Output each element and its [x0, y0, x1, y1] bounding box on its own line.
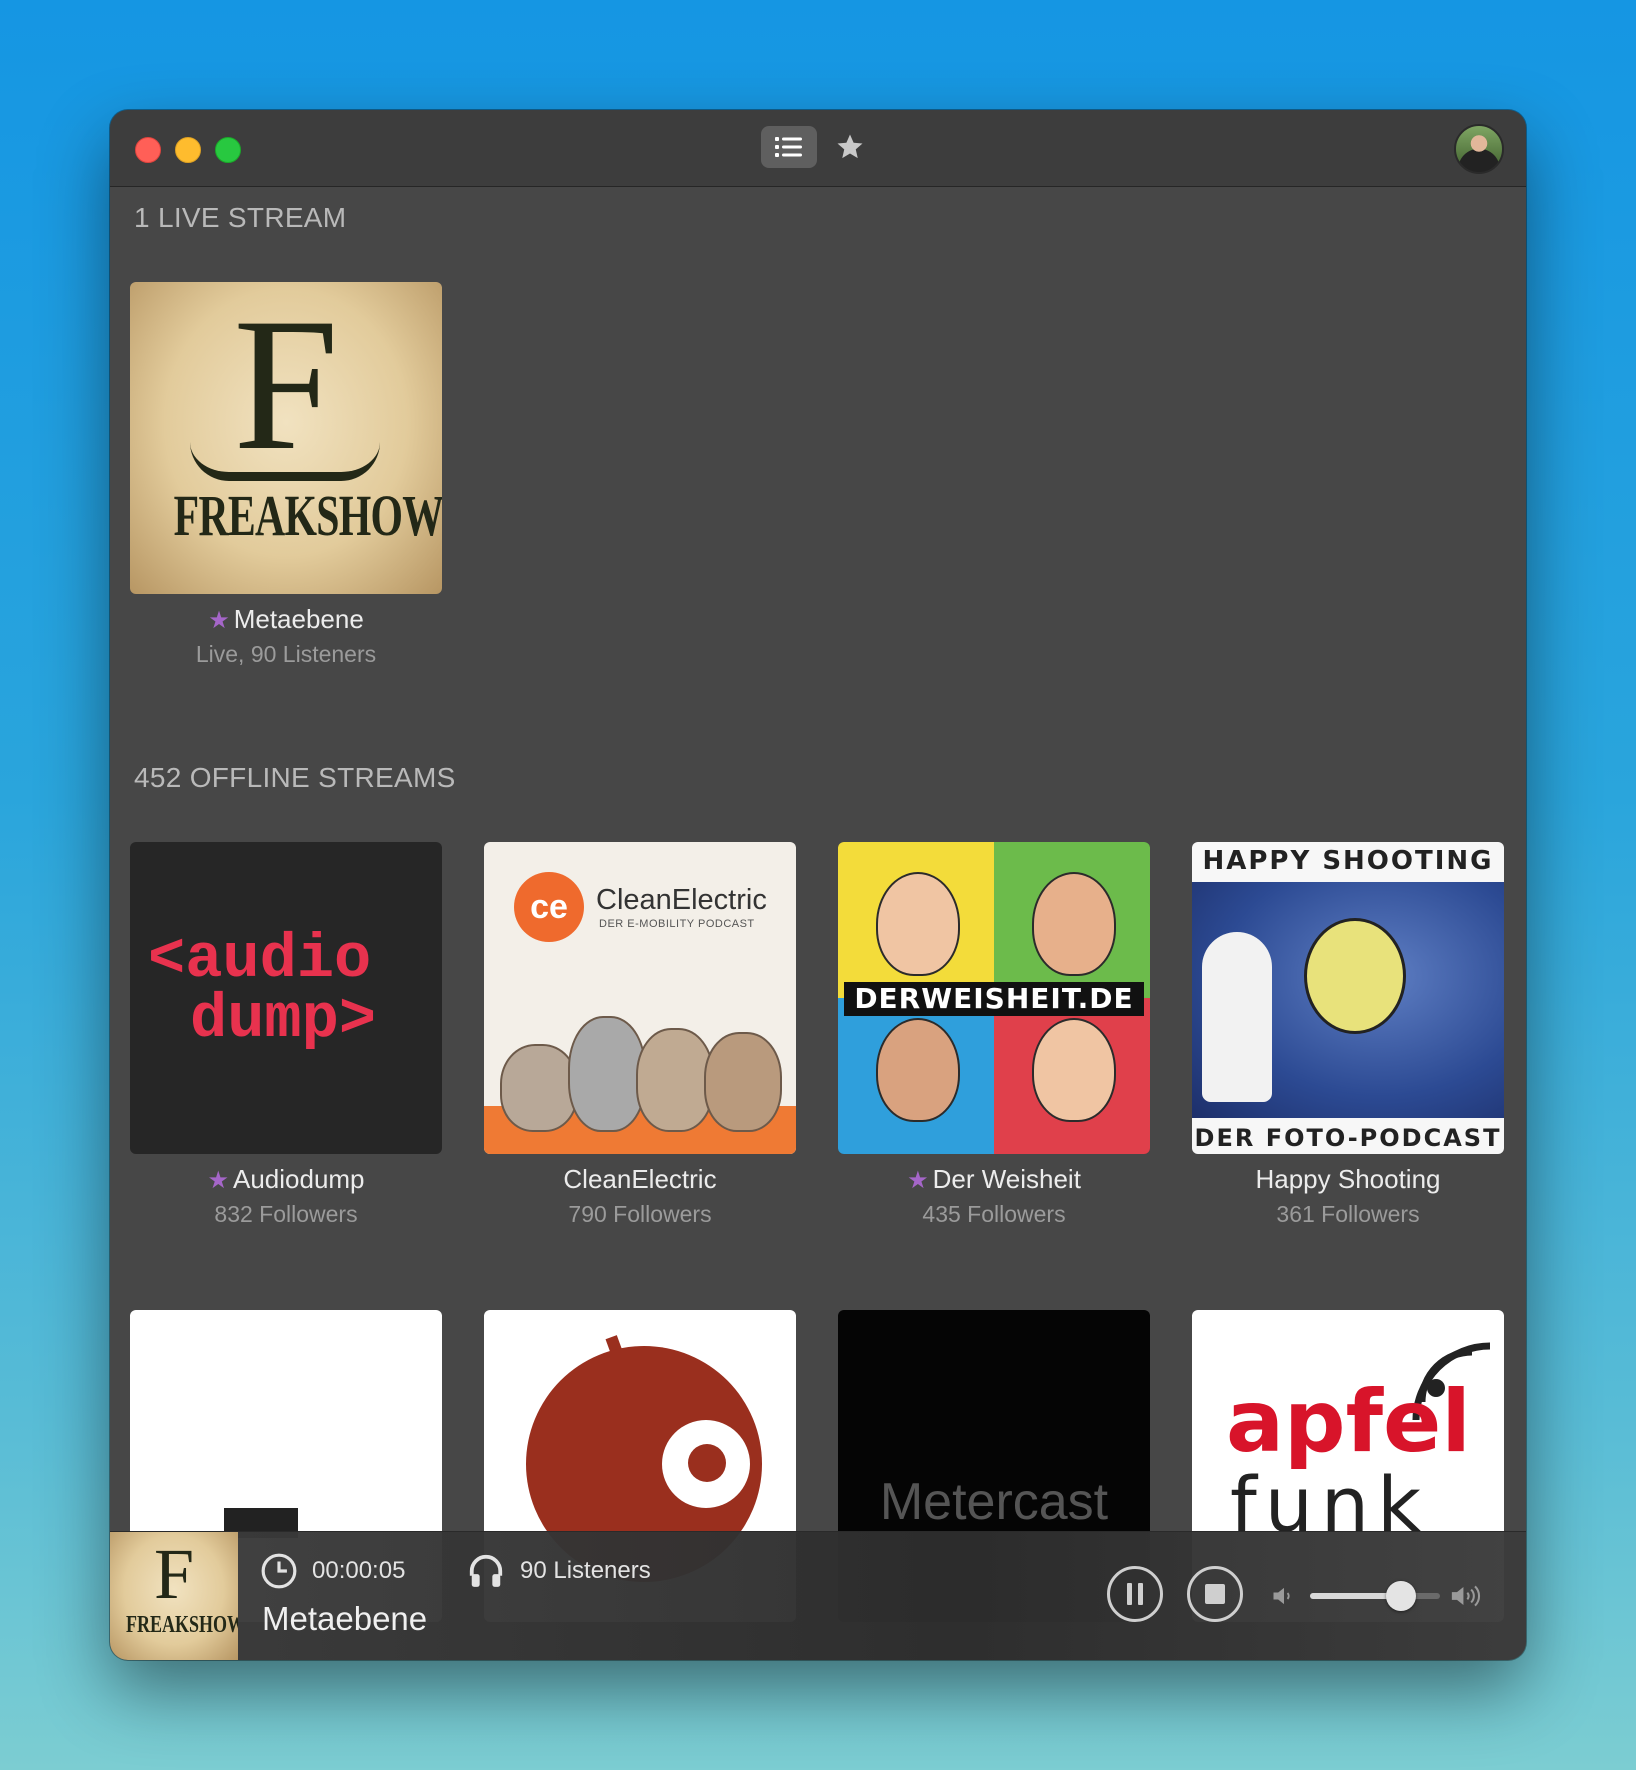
now-playing-title: Metaebene	[262, 1600, 428, 1637]
app-window: 1 LIVE STREAM F FREAKSHOW ★ Metaebene Liv…	[110, 110, 1526, 1660]
stream-tile-audiodump[interactable]: <audio dump> ★ Audiodump 832 Followers	[130, 842, 442, 1228]
stream-artwork[interactable]: HAPPY SHOOTING DER FOTO-PODCAST	[1192, 842, 1504, 1154]
stream-artwork[interactable]: DERWEISHEIT.DE	[838, 842, 1150, 1154]
derweisheit-banner: DERWEISHEIT.DE	[844, 982, 1144, 1016]
stream-tile-der-weisheit[interactable]: DERWEISHEIT.DE ★ Der Weisheit 435 Followe…	[838, 842, 1150, 1228]
headphones-icon	[469, 1554, 503, 1587]
volume-slider-knob[interactable]	[1386, 1581, 1416, 1611]
host-face-2	[568, 1016, 646, 1132]
favorite-star-icon: ★	[907, 1167, 929, 1194]
stream-name: ★ Audiodump	[130, 1164, 442, 1195]
elapsed-time: 00:00:05	[260, 1552, 405, 1590]
list-view-button[interactable]	[761, 126, 817, 168]
stream-name: CleanElectric	[563, 1164, 717, 1194]
stream-name: Happy Shooting	[1255, 1164, 1441, 1194]
art-line-2: dump>	[190, 984, 377, 1055]
stream-name-label: Der Weisheit	[932, 1164, 1081, 1194]
stream-status: Live, 90 Listeners	[195, 641, 377, 667]
cartoon-face	[876, 1018, 960, 1122]
artwork-quadrant	[838, 998, 994, 1154]
cartoon-face	[1032, 1018, 1116, 1122]
now-playing-artwork[interactable]: F FREAKSHOW	[110, 1532, 238, 1660]
listener-count-label: 90 Listeners	[520, 1557, 651, 1584]
offline-section-header: 452 OFFLINE STREAMS	[134, 762, 456, 793]
artwork-quadrant	[994, 998, 1150, 1154]
metercast-logo-text: Metercast	[879, 1473, 1109, 1531]
stream-artwork[interactable]: F FREAKSHOW	[130, 282, 442, 594]
volume-slider[interactable]	[1310, 1581, 1440, 1611]
live-section-header: 1 LIVE STREAM	[134, 202, 347, 233]
artwork-photo-area	[1192, 882, 1504, 1118]
favorites-button[interactable]	[828, 126, 872, 168]
stop-button[interactable]	[1187, 1566, 1243, 1622]
volume-low-icon[interactable]	[1270, 1582, 1298, 1610]
freakshow-logo-text: FREAKSHOW	[173, 483, 442, 548]
host-face-4	[704, 1032, 782, 1132]
happyshooting-bottom-text: DER FOTO-PODCAST	[1194, 1124, 1502, 1152]
stream-name-label: Audiodump	[232, 1164, 365, 1194]
stream-tile-cleanelectric[interactable]: ce CleanElectric DER E-MOBILITY PODCAST …	[484, 842, 796, 1228]
stream-name: ★ Der Weisheit	[838, 1164, 1150, 1195]
stream-name: ★ Metaebene	[130, 604, 442, 635]
happyshooting-top-text: HAPPY SHOOTING	[1202, 846, 1494, 876]
stream-tile-metaebene[interactable]: F FREAKSHOW ★ Metaebene Live, 90 Listener…	[130, 282, 442, 668]
favorite-star-icon: ★	[208, 607, 230, 634]
close-window-button[interactable]	[135, 137, 161, 163]
figure-silhouette	[1202, 932, 1272, 1102]
artwork-quadrant	[994, 842, 1150, 998]
stream-followers: 435 Followers	[922, 1201, 1066, 1227]
player-bar: F FREAKSHOW 00:00:05 90 Listeners Metaeb…	[110, 1531, 1526, 1660]
stream-followers: 832 Followers	[214, 1201, 358, 1227]
zoom-window-button[interactable]	[215, 137, 241, 163]
pause-button[interactable]	[1107, 1566, 1163, 1622]
stream-artwork[interactable]: <audio dump>	[130, 842, 442, 1154]
minimize-window-button[interactable]	[175, 137, 201, 163]
apfelfunk-logo-text-1: apfel	[1226, 1372, 1471, 1472]
star-icon	[837, 134, 863, 159]
stream-name-label: Metaebene	[233, 604, 364, 634]
cartoon-face	[876, 872, 960, 976]
pause-icon	[1127, 1583, 1143, 1605]
audiodump-logo-text: <audio dump>	[148, 929, 376, 1051]
freakshow-logo-letter: F	[153, 1534, 195, 1614]
cleanelectric-logo-icon: ce	[514, 872, 584, 942]
elapsed-time-label: 00:00:05	[312, 1557, 406, 1584]
list-icon	[775, 137, 802, 157]
volume-high-icon[interactable]	[1448, 1580, 1484, 1612]
clock-icon	[261, 1553, 297, 1589]
apple-logo-dot	[688, 1444, 726, 1482]
listener-count: 90 Listeners	[466, 1552, 651, 1590]
freakshow-swirl	[190, 442, 380, 481]
user-avatar[interactable]	[1454, 124, 1504, 174]
cleanelectric-brand-text: CleanElectric	[596, 884, 767, 916]
favorite-star-icon: ★	[207, 1167, 229, 1194]
stream-tile-happy-shooting[interactable]: HAPPY SHOOTING DER FOTO-PODCAST Happy Sh…	[1192, 842, 1504, 1228]
smiley-icon	[1304, 918, 1406, 1034]
host-face-1	[500, 1044, 578, 1132]
cleanelectric-tagline: DER E-MOBILITY PODCAST	[599, 918, 755, 930]
stop-icon	[1205, 1584, 1225, 1604]
artwork-quadrant	[838, 842, 994, 998]
cartoon-face	[1032, 872, 1116, 976]
stream-followers: 790 Followers	[568, 1201, 712, 1227]
freakshow-logo-text: FREAKSHOW	[126, 1612, 238, 1638]
host-face-3	[636, 1028, 714, 1132]
stream-artwork[interactable]: ce CleanElectric DER E-MOBILITY PODCAST	[484, 842, 796, 1154]
title-bar	[110, 110, 1526, 187]
stream-followers: 361 Followers	[1276, 1201, 1420, 1227]
